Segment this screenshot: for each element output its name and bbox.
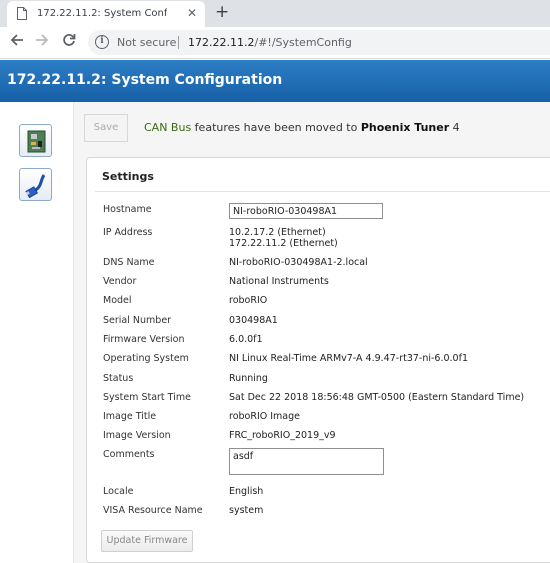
model-label: Model (103, 295, 132, 306)
system-start-time-value: Sat Dec 22 2018 18:56:48 GMT-0500 (Easte… (229, 392, 525, 403)
browser-tab-strip: 172.22.11.2: System Configuration ✕ + (0, 0, 550, 27)
comments-label: Comments (103, 449, 155, 460)
visa-resource-name-value: system (229, 505, 264, 516)
vendor-value: National Instruments (229, 276, 329, 287)
new-tab-button[interactable]: + (215, 2, 229, 22)
reload-icon[interactable] (62, 33, 76, 47)
update-firmware-button[interactable]: Update Firmware (101, 530, 193, 552)
system-config-nav-button[interactable] (19, 124, 52, 157)
firmware-version-label: Firmware Version (103, 334, 185, 345)
security-label[interactable]: Not secure (117, 35, 176, 50)
image-version-value: FRC_roboRIO_2019_v9 (229, 430, 336, 441)
image-title-value: roboRIO Image (229, 411, 301, 422)
locale-value: English (229, 486, 264, 497)
close-tab-icon[interactable]: ✕ (187, 6, 197, 20)
ip-address-value-2: 172.22.11.2 (Ethernet) (229, 238, 338, 249)
settings-heading: Settings (102, 170, 154, 183)
model-value: roboRIO (229, 295, 268, 306)
ip-address-label: IP Address (103, 227, 153, 238)
comments-textarea[interactable]: asdf (229, 448, 384, 475)
url-host: 172.22.11.2 (188, 36, 255, 49)
toolbar: Save CAN Bus features have been moved to… (84, 114, 550, 142)
locale-label: Locale (103, 486, 134, 497)
settings-divider (95, 191, 550, 192)
address-divider (178, 36, 179, 49)
browser-toolbar: i Not secure 172.22.11.2/#!/SystemConfig (0, 27, 550, 59)
hostname-input[interactable] (229, 203, 383, 219)
can-bus-notice: CAN Bus features have been moved to Phoe… (144, 119, 460, 137)
sidebar (0, 102, 74, 563)
image-version-label: Image Version (103, 430, 171, 441)
firmware-version-value: 6.0.0f1 (229, 334, 263, 345)
phoenix-tuner-label: Phoenix Tuner (360, 121, 450, 134)
address-bar[interactable]: i Not secure 172.22.11.2/#!/SystemConfig (88, 30, 550, 55)
page-icon (17, 7, 27, 20)
operating-system-label: Operating System (103, 353, 189, 364)
network-config-nav-button[interactable] (19, 168, 52, 201)
ethernet-cable-icon (25, 174, 46, 199)
url-text[interactable]: 172.22.11.2/#!/SystemConfig (188, 35, 352, 50)
status-value: Running (229, 373, 268, 384)
tab-title: 172.22.11.2: System Configuration (37, 8, 167, 19)
back-arrow-icon[interactable] (10, 33, 24, 47)
dns-name-value: NI-roboRIO-030498A1-2.local (229, 257, 368, 268)
system-start-time-label: System Start Time (103, 392, 191, 403)
visa-resource-name-label: VISA Resource Name (103, 505, 203, 516)
dns-name-label: DNS Name (103, 257, 155, 268)
operating-system-value: NI Linux Real-Time ARMv7-A 4.9.47-rt37-n… (229, 353, 468, 364)
page-title: 172.22.11.2: System Configuration (7, 72, 283, 88)
hostname-label: Hostname (103, 204, 152, 215)
browser-tab[interactable]: 172.22.11.2: System Configuration ✕ (7, 1, 205, 27)
serial-number-label: Serial Number (103, 315, 172, 326)
vendor-label: Vendor (103, 276, 137, 287)
forward-arrow-icon[interactable] (35, 33, 49, 47)
image-title-label: Image Title (103, 411, 157, 422)
save-button[interactable]: Save (84, 114, 128, 142)
can-bus-label: CAN Bus (144, 121, 192, 134)
main-content: Save CAN Bus features have been moved to… (74, 102, 550, 563)
url-path: /#!/SystemConfig (254, 36, 352, 49)
settings-panel: Settings Hostname IP Address 10.2.17.2 (… (86, 157, 550, 563)
info-icon[interactable]: i (95, 35, 109, 49)
notice-version: 4 (449, 121, 460, 134)
notice-text: features have been moved to (191, 121, 361, 134)
circuit-board-icon (27, 130, 46, 153)
app-header: 172.22.11.2: System Configuration (0, 60, 550, 102)
status-label: Status (103, 373, 134, 384)
serial-number-value: 030498A1 (229, 315, 278, 326)
